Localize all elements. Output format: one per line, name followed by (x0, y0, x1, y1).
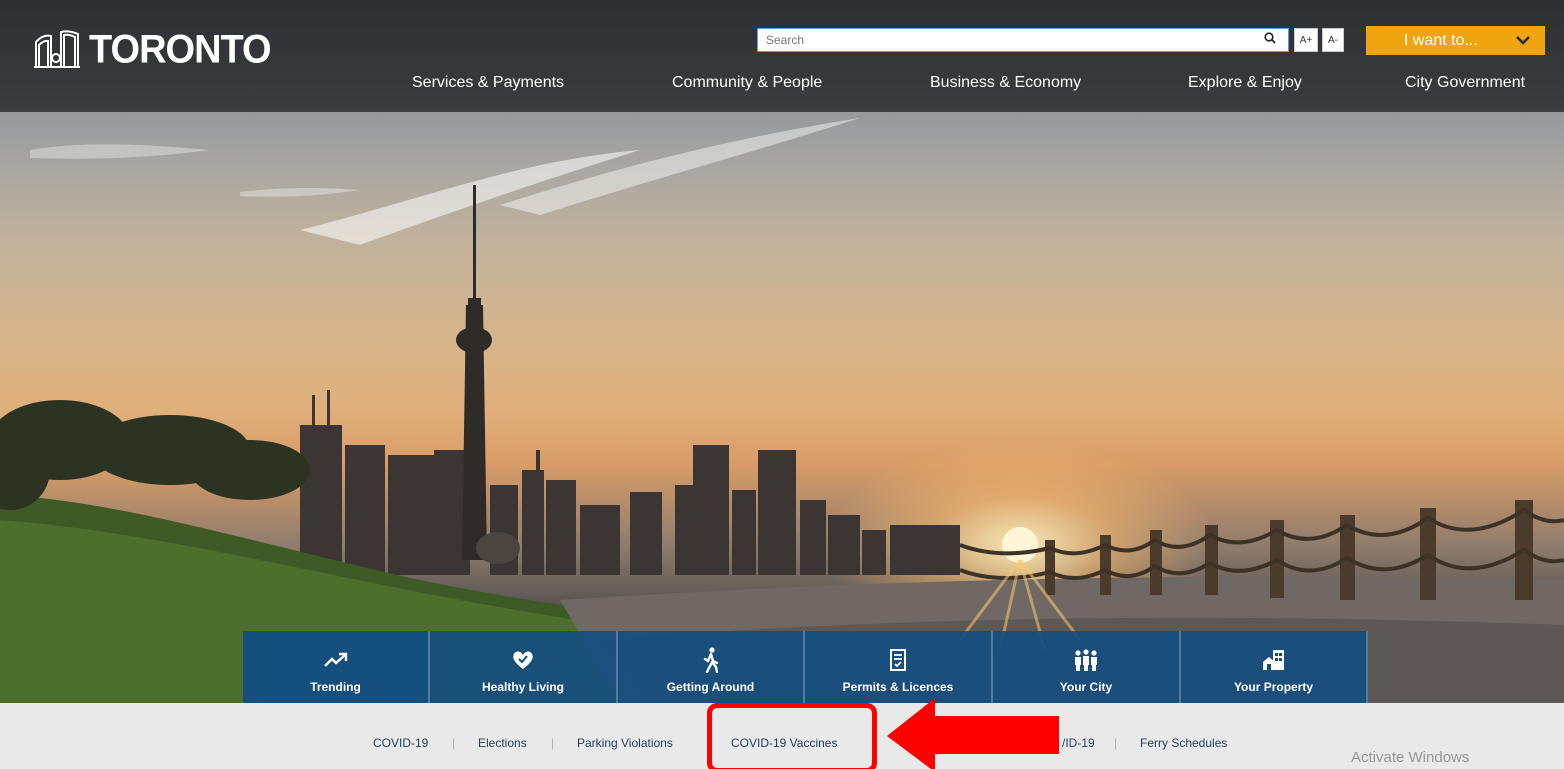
tab-healthy-living[interactable]: Healthy Living (430, 631, 618, 703)
font-increase-button[interactable]: A+ (1294, 28, 1318, 52)
main-navigation: Services & Payments Community & People B… (0, 74, 1564, 98)
link-separator: | (1114, 736, 1118, 750)
people-icon (1073, 648, 1099, 672)
chevron-down-icon (1515, 32, 1531, 50)
tab-trending[interactable]: Trending (243, 631, 430, 715)
nav-community-people[interactable]: Community & People (672, 74, 822, 92)
font-decrease-button[interactable]: A- (1322, 28, 1344, 52)
nav-explore-enjoy[interactable]: Explore & Enjoy (1188, 74, 1302, 92)
link-parking-violations[interactable]: Parking Violations (577, 736, 673, 750)
link-covid-19[interactable]: COVID-19 (373, 736, 428, 750)
red-arrow-icon (887, 696, 1062, 769)
tab-label: Your City (1059, 680, 1113, 694)
tab-label: Getting Around (666, 680, 755, 694)
document-check-icon (885, 648, 911, 672)
nav-business-economy[interactable]: Business & Economy (930, 74, 1081, 92)
search-icon (1264, 31, 1276, 49)
search-button[interactable] (1252, 29, 1288, 51)
nav-city-government[interactable]: City Government (1405, 74, 1525, 92)
tab-label: Healthy Living (481, 680, 564, 694)
walking-icon (698, 647, 724, 673)
tab-label: Trending (310, 680, 361, 694)
i-want-to-dropdown[interactable]: I want to... (1366, 26, 1545, 55)
red-highlight-box (707, 703, 877, 769)
tab-your-property[interactable]: Your Property (1181, 631, 1368, 703)
tab-label: Permits & Licences (842, 680, 954, 694)
site-header: TORONTO A+ A- I want to... Services & Pa… (0, 0, 1564, 112)
search-bar (757, 28, 1289, 52)
link-covid-19-partial[interactable]: /ID-19 (1062, 736, 1095, 750)
logo-text: TORONTO (89, 27, 272, 72)
category-tabs: Trending Healthy Living Getting Around P… (243, 631, 1368, 715)
i-want-to-label: I want to... (1404, 31, 1478, 49)
link-separator: | (452, 736, 456, 750)
nav-services-payments[interactable]: Services & Payments (412, 74, 564, 92)
toronto-logo[interactable]: TORONTO (33, 27, 272, 73)
link-ferry-schedules[interactable]: Ferry Schedules (1140, 736, 1227, 750)
activate-windows-watermark: Activate Windows (1351, 749, 1470, 766)
trending-icon (323, 648, 349, 672)
tab-your-city[interactable]: Your City (993, 631, 1181, 703)
link-elections[interactable]: Elections (478, 736, 527, 750)
tab-permits-licences[interactable]: Permits & Licences (805, 631, 993, 703)
city-hall-icon (33, 28, 81, 73)
link-separator: | (551, 736, 555, 750)
property-icon (1261, 648, 1287, 672)
search-input[interactable] (758, 30, 1252, 50)
heart-icon (510, 648, 536, 672)
tab-label: Your Property (1233, 680, 1314, 694)
tab-getting-around[interactable]: Getting Around (618, 631, 805, 703)
